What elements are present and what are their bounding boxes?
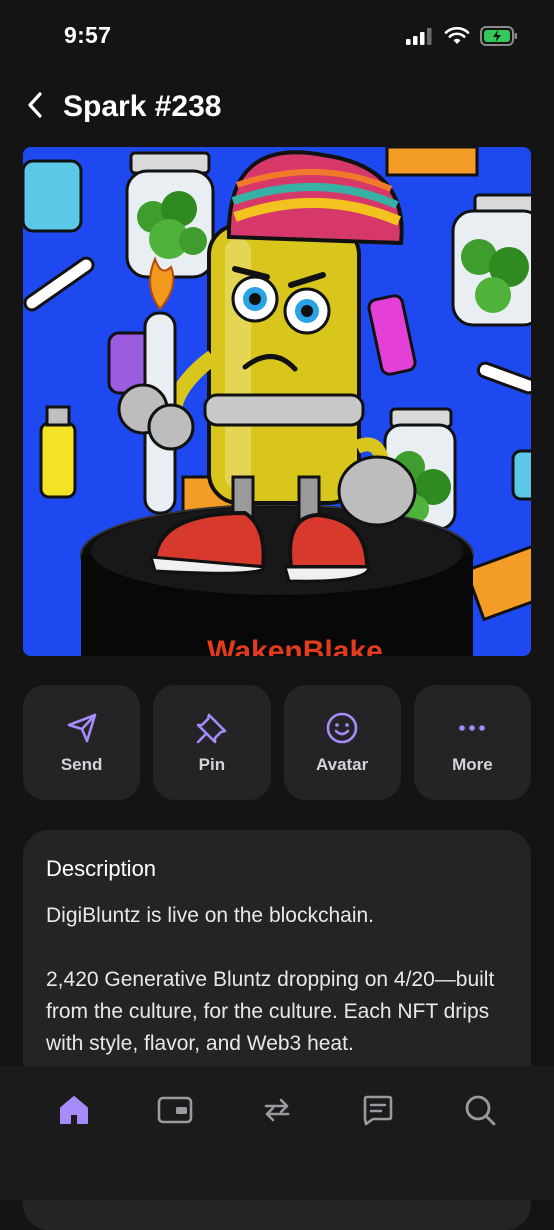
nft-image: WakenBlake xyxy=(23,147,531,656)
status-icons xyxy=(406,26,518,51)
pin-button[interactable]: Pin xyxy=(153,685,271,800)
nft-banner-text: WakenBlake xyxy=(207,635,383,656)
tab-search[interactable] xyxy=(460,1092,500,1132)
smile-icon xyxy=(325,711,359,745)
action-row: Send Pin Avatar More xyxy=(23,685,531,800)
tab-home[interactable] xyxy=(54,1092,94,1132)
description-body: DigiBluntz is live on the blockchain. 2,… xyxy=(46,904,495,1055)
header: Spark #238 xyxy=(0,80,554,136)
pin-icon xyxy=(195,711,229,745)
tab-chat[interactable] xyxy=(358,1092,398,1132)
send-icon xyxy=(65,711,99,745)
send-label: Send xyxy=(60,754,103,774)
chevron-left-icon xyxy=(26,91,44,124)
wifi-icon xyxy=(444,26,470,50)
tab-wallet[interactable] xyxy=(155,1092,195,1132)
home-icon xyxy=(57,1093,91,1132)
more-label: More xyxy=(452,754,493,774)
tab-swap[interactable] xyxy=(257,1092,297,1132)
description-title: Description xyxy=(46,856,157,881)
status-bar: 9:57 xyxy=(0,0,554,72)
battery-icon xyxy=(480,26,518,51)
swap-icon xyxy=(260,1093,294,1132)
search-icon xyxy=(463,1093,497,1132)
more-button[interactable]: More xyxy=(413,685,531,800)
tab-bar xyxy=(0,1066,554,1200)
more-icon xyxy=(455,711,489,745)
page-title: Spark #238 xyxy=(63,90,222,123)
status-time: 9:57 xyxy=(64,22,112,48)
avatar-label: Avatar xyxy=(315,754,369,774)
wallet-icon xyxy=(157,1093,193,1132)
weed-jar-icon xyxy=(125,151,215,279)
send-button[interactable]: Send xyxy=(23,685,141,800)
back-button[interactable] xyxy=(20,91,50,124)
avatar-button[interactable]: Avatar xyxy=(283,685,401,800)
pin-label: Pin xyxy=(198,754,226,774)
chat-icon xyxy=(361,1093,395,1132)
signal-icon xyxy=(406,27,434,50)
